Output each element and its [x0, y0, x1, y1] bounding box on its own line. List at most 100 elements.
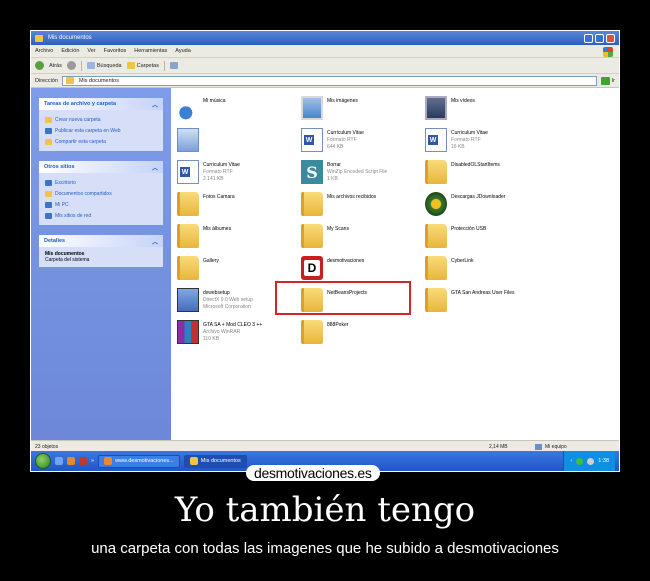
- taskbar-overflow-icon[interactable]: »: [91, 458, 94, 464]
- menu-ayuda[interactable]: Ayuda: [175, 48, 191, 54]
- file-item[interactable]: Mis vídeos: [425, 96, 475, 120]
- desktop-icon: [45, 179, 52, 186]
- file-name: Mi música: [203, 98, 226, 104]
- file-name: Protección USB: [451, 226, 487, 232]
- window-titlebar[interactable]: Mis documentos: [31, 31, 619, 45]
- place-network[interactable]: Mis sitios de red: [45, 210, 157, 221]
- new-folder-icon: [45, 116, 52, 123]
- go-arrow-icon: [600, 76, 610, 85]
- places-panel-title: Otros sitios: [44, 164, 75, 170]
- menu-favoritos[interactable]: Favoritos: [104, 48, 127, 54]
- chevron-up-icon[interactable]: ︿: [152, 237, 158, 246]
- folder-icon: [425, 160, 447, 184]
- file-item[interactable]: dxwebsetup DirectX 9.0 Web setup Microsoft…: [177, 288, 253, 312]
- task-pane: Tareas de archivo y carpeta ︿ Crear nueva…: [31, 88, 171, 450]
- file-name: Gallery: [203, 258, 219, 264]
- details-panel-header[interactable]: Detalles ︿: [39, 235, 163, 247]
- file-item[interactable]: NetBeansProjects: [301, 288, 367, 312]
- search-icon: [86, 62, 95, 69]
- back-icon[interactable]: [35, 61, 44, 70]
- tray-arrow-icon[interactable]: ‹: [570, 458, 572, 464]
- details-desc: Carpeta del sistema: [45, 257, 90, 263]
- shared-folder-icon: [45, 190, 52, 197]
- tray-network-icon[interactable]: [587, 457, 595, 465]
- pictures-icon: [301, 96, 323, 120]
- file-item[interactable]: GTA San Andreas User Files: [425, 288, 515, 312]
- file-item[interactable]: Curriculum VitaeFormato RTF644 KB: [301, 128, 364, 152]
- go-label: Ir: [611, 77, 615, 84]
- folder-icon: [301, 288, 323, 312]
- file-meta: WinZip Encoded Script File: [327, 169, 388, 175]
- task-label: Publicar esta carpeta en Web: [55, 127, 121, 134]
- file-meta: DirectX 9.0 Web setup: [203, 297, 253, 303]
- folder-icon: [425, 288, 447, 312]
- status-location: Mi equipo: [545, 443, 567, 450]
- taskbar-browser-window[interactable]: www.desmotivaciones...: [98, 454, 180, 468]
- forward-icon[interactable]: [66, 61, 76, 70]
- task-new-folder[interactable]: Crear nueva carpeta: [45, 114, 157, 125]
- file-item[interactable]: Mi música: [177, 96, 226, 120]
- folders-icon: [126, 62, 135, 69]
- address-field[interactable]: Mis documentos: [61, 75, 597, 86]
- places-panel: Otros sitios ︿ Escritorio Documentos comp…: [39, 161, 163, 225]
- chevron-up-icon[interactable]: ︿: [152, 100, 158, 109]
- computer-icon: [45, 201, 52, 208]
- file-item[interactable]: Fotos Camara: [177, 192, 235, 216]
- place-shared-docs[interactable]: Documentos compartidos: [45, 188, 157, 199]
- file-item[interactable]: Gallery: [177, 256, 219, 280]
- menu-edicion[interactable]: Edición: [61, 48, 79, 54]
- file-item[interactable]: Curriculum VitaeFormato RTF16 KB: [425, 128, 488, 152]
- views-icon[interactable]: [169, 62, 178, 69]
- file-item[interactable]: Ddesmotivaciones: [301, 256, 364, 280]
- menu-archivo[interactable]: Archivo: [35, 48, 53, 54]
- folders-button[interactable]: Carpetas: [126, 62, 159, 69]
- file-item[interactable]: 888Poker: [301, 320, 348, 344]
- file-meta: 16 KB: [451, 144, 465, 150]
- file-item[interactable]: CyberLink: [425, 256, 474, 280]
- file-name: GTA SA + Mod CLEO 3 ++: [203, 322, 263, 328]
- file-item[interactable]: GTA SA + Mod CLEO 3 ++ Archivo WinRAR 110 …: [177, 320, 262, 344]
- tray-status-icon[interactable]: [576, 457, 584, 465]
- word-document-icon: [301, 128, 323, 152]
- file-item[interactable]: Curriculum VitaeFormato RTF2.141 KB: [177, 160, 240, 184]
- quicklaunch-app-icon[interactable]: [79, 457, 87, 465]
- file-name: Mis archivos recibidos: [327, 194, 377, 200]
- places-panel-header[interactable]: Otros sitios ︿: [39, 161, 163, 173]
- quicklaunch-desktop-icon[interactable]: [55, 457, 63, 465]
- back-button[interactable]: Atrás: [49, 63, 62, 69]
- jdownloader-icon: [425, 192, 447, 216]
- folder-icon: [301, 320, 323, 344]
- menu-ver[interactable]: Ver: [87, 48, 95, 54]
- search-button[interactable]: Búsqueda: [86, 62, 122, 69]
- file-item[interactable]: Protección USB: [425, 224, 486, 248]
- minimize-button[interactable]: [584, 33, 593, 43]
- quicklaunch-firefox-icon[interactable]: [67, 457, 75, 465]
- window-content: Tareas de archivo y carpeta ︿ Crear nueva…: [31, 88, 619, 450]
- word-document-icon: [425, 128, 447, 152]
- file-item[interactable]: Mis álbumes: [177, 224, 231, 248]
- close-button[interactable]: [606, 33, 615, 43]
- place-my-pc[interactable]: Mi PC: [45, 199, 157, 210]
- file-item[interactable]: My Scans: [301, 224, 349, 248]
- task-label: Mis documentos: [200, 458, 241, 464]
- start-button[interactable]: [35, 453, 51, 469]
- taskbar-explorer-window[interactable]: Mis documentos: [183, 454, 247, 468]
- watermark: desmotivaciones.es: [246, 465, 380, 481]
- place-desktop[interactable]: Escritorio: [45, 177, 157, 188]
- maximize-button[interactable]: [595, 33, 604, 43]
- file-item[interactable]: Descargas JDownloader: [425, 192, 505, 216]
- task-share-folder[interactable]: Compartir esta carpeta: [45, 136, 157, 147]
- go-button[interactable]: Ir: [600, 76, 615, 85]
- file-item[interactable]: Mis imágenes: [301, 96, 358, 120]
- chevron-up-icon[interactable]: ︿: [152, 163, 158, 172]
- file-item[interactable]: [177, 128, 203, 152]
- task-publish-web[interactable]: Publicar esta carpeta en Web: [45, 125, 157, 136]
- tasks-panel-header[interactable]: Tareas de archivo y carpeta ︿: [39, 98, 163, 110]
- file-item[interactable]: Mis archivos recibidos: [301, 192, 376, 216]
- details-panel: Detalles ︿ Mis documentos Carpeta del sis…: [39, 235, 163, 267]
- file-item[interactable]: S Borrar WinZip Encoded Script File 1 KB: [301, 160, 387, 184]
- menu-herramientas[interactable]: Herramientas: [134, 48, 167, 54]
- file-item[interactable]: DisabledOLStartItems: [425, 160, 500, 184]
- file-name: GTA San Andreas User Files: [451, 290, 515, 296]
- file-name: dxwebsetup: [203, 290, 230, 296]
